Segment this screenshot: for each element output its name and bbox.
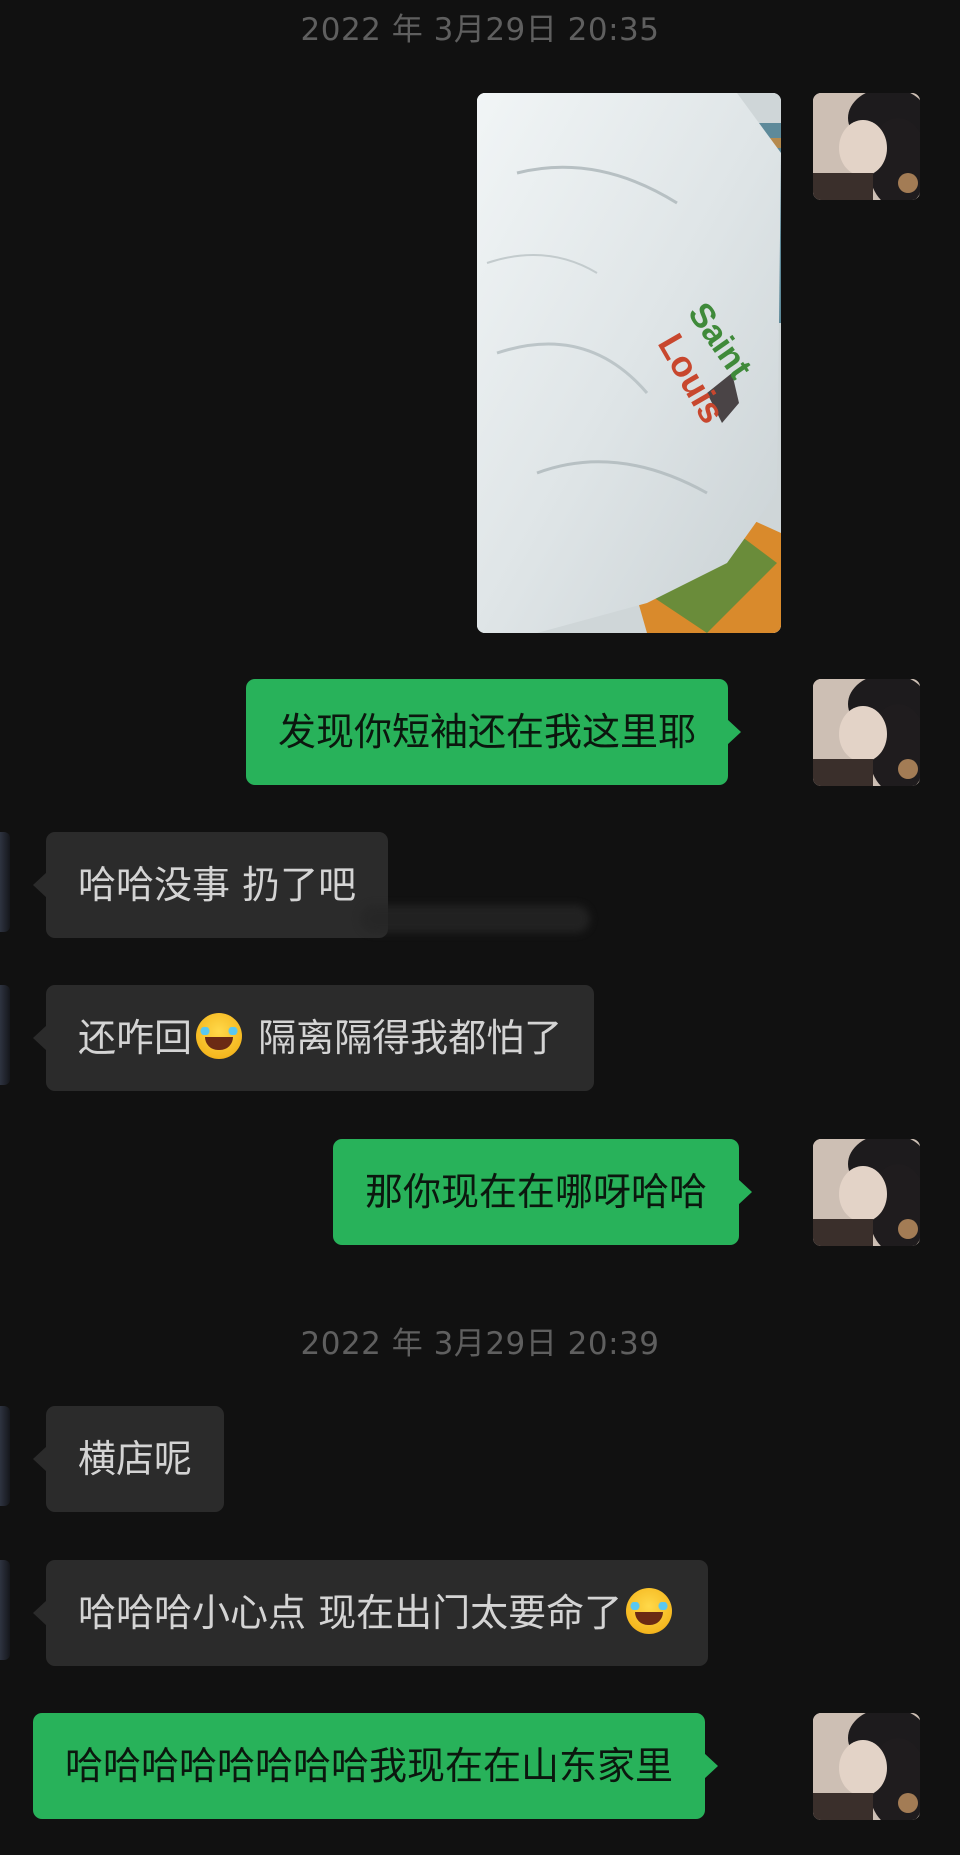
avatar-icon: [813, 1713, 920, 1820]
contact-avatar[interactable]: [0, 1560, 10, 1660]
blurred-text: [360, 905, 590, 933]
user-avatar[interactable]: [813, 93, 920, 200]
outgoing-message-bubble[interactable]: 发现你短袖还在我这里耶: [246, 679, 742, 785]
incoming-message-bubble[interactable]: 哈哈哈小心点 现在出门太要命了: [32, 1560, 709, 1666]
face-with-tears-of-joy-icon: [626, 1588, 673, 1634]
contact-avatar[interactable]: [0, 1406, 10, 1506]
contact-avatar[interactable]: [0, 985, 10, 1085]
timestamp: 2022 年 3月29日 20:39: [300, 1326, 660, 1362]
incoming-message-bubble[interactable]: 横店呢: [32, 1406, 225, 1512]
photo-shirt-illustration: Saint Louis: [477, 93, 781, 633]
avatar-icon: [813, 1139, 920, 1246]
image-message[interactable]: Saint Louis: [477, 93, 781, 633]
timestamp: 2022 年 3月29日 20:35: [300, 12, 660, 48]
message-text: 那你现在在哪呀哈哈: [365, 1170, 708, 1214]
message-text: 哈哈哈哈哈哈哈哈我现在在山东家里: [65, 1744, 674, 1788]
contact-avatar[interactable]: [0, 832, 10, 932]
user-avatar[interactable]: [813, 679, 920, 786]
message-text: 发现你短袖还在我这里耶: [278, 710, 697, 754]
avatar-icon: [813, 679, 920, 786]
outgoing-message-bubble[interactable]: 哈哈哈哈哈哈哈哈我现在在山东家里: [33, 1713, 719, 1819]
message-text: 还咋回: [78, 1016, 193, 1060]
incoming-message-bubble[interactable]: 哈哈没事 扔了吧: [32, 832, 389, 938]
incoming-message-bubble[interactable]: 还咋回 隔离隔得我都怕了: [32, 985, 595, 1091]
message-text: 隔离隔得我都怕了: [246, 1016, 563, 1060]
face-with-tears-of-joy-icon: [196, 1013, 243, 1059]
avatar-icon: [813, 93, 920, 200]
user-avatar[interactable]: [813, 1139, 920, 1246]
outgoing-message-bubble[interactable]: 那你现在在哪呀哈哈: [333, 1139, 753, 1245]
message-text: 哈哈没事 扔了吧: [78, 863, 357, 907]
user-avatar[interactable]: [813, 1713, 920, 1820]
message-text: 哈哈哈小心点 现在出门太要命了: [78, 1591, 623, 1635]
message-text: 横店呢: [78, 1437, 193, 1481]
